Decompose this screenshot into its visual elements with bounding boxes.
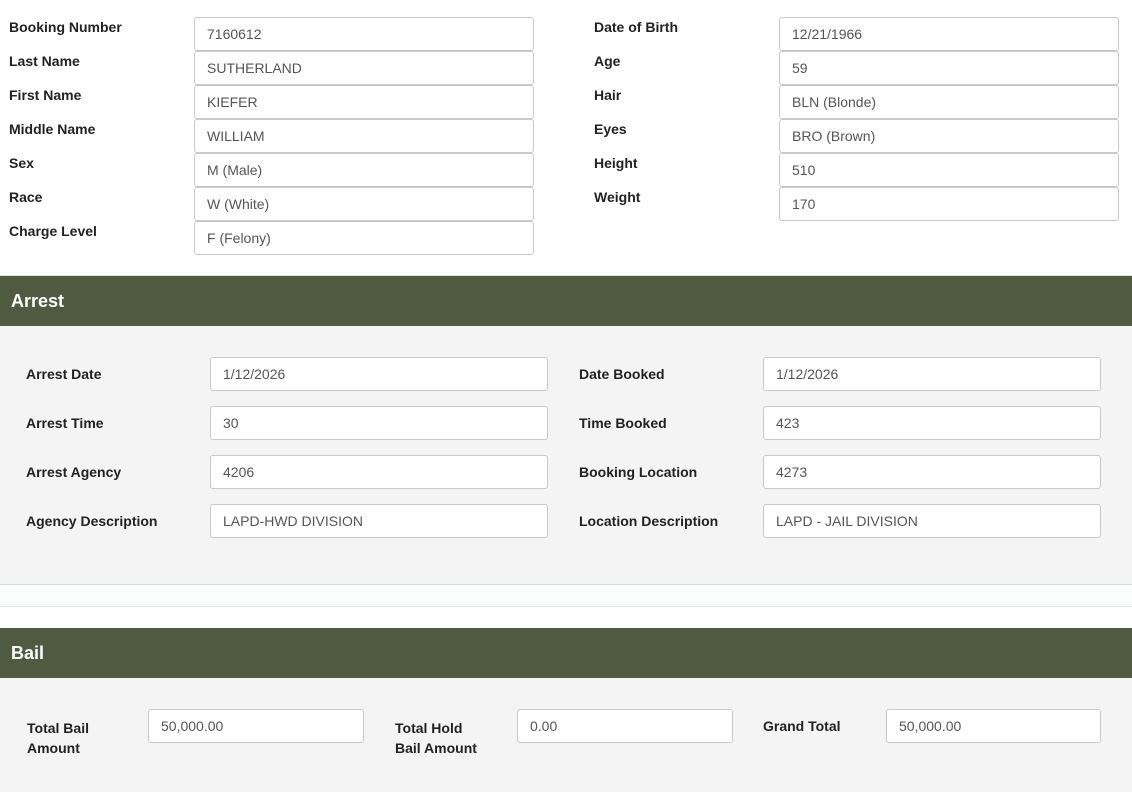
bail-section-header: Bail bbox=[0, 628, 1132, 678]
first-name-field[interactable] bbox=[194, 85, 534, 119]
total-hold-bail-amount-field[interactable] bbox=[517, 709, 733, 743]
charge-level-field[interactable] bbox=[194, 221, 534, 255]
label-last-name: Last Name bbox=[9, 53, 80, 69]
sex-field[interactable] bbox=[194, 153, 534, 187]
arrest-panel: Arrest Date Arrest Time Arrest Agency Ag… bbox=[0, 326, 1132, 584]
location-description-field[interactable] bbox=[763, 504, 1101, 538]
date-booked-field[interactable] bbox=[763, 357, 1101, 391]
race-field[interactable] bbox=[194, 187, 534, 221]
label-arrest-time: Arrest Time bbox=[26, 415, 104, 431]
arrest-date-field[interactable] bbox=[210, 357, 548, 391]
label-charge-level: Charge Level bbox=[9, 223, 97, 239]
spacer-band bbox=[0, 585, 1132, 606]
booking-number-field[interactable] bbox=[194, 17, 534, 51]
arrest-section-header: Arrest bbox=[0, 276, 1132, 326]
label-eyes: Eyes bbox=[594, 121, 627, 137]
total-bail-amount-field[interactable] bbox=[148, 709, 364, 743]
label-date-of-birth: Date of Birth bbox=[594, 19, 678, 35]
label-time-booked: Time Booked bbox=[579, 415, 667, 431]
arrest-time-field[interactable] bbox=[210, 406, 548, 440]
label-height: Height bbox=[594, 155, 638, 171]
hair-field[interactable] bbox=[779, 85, 1119, 119]
label-arrest-date: Arrest Date bbox=[26, 366, 102, 382]
age-field[interactable] bbox=[779, 51, 1119, 85]
last-name-field[interactable] bbox=[194, 51, 534, 85]
label-total-bail-amount: Total Bail Amount bbox=[27, 720, 89, 756]
label-arrest-agency: Arrest Agency bbox=[26, 464, 122, 480]
label-booking-number: Booking Number bbox=[9, 19, 122, 35]
label-grand-total: Grand Total bbox=[763, 718, 841, 734]
weight-field[interactable] bbox=[779, 187, 1119, 221]
label-hair: Hair bbox=[594, 87, 622, 103]
height-field[interactable] bbox=[779, 153, 1119, 187]
time-booked-field[interactable] bbox=[763, 406, 1101, 440]
date-of-birth-field[interactable] bbox=[779, 17, 1119, 51]
bail-panel: Total Bail Amount Total Hold Bail Amount… bbox=[0, 678, 1132, 792]
label-agency-description: Agency Description bbox=[26, 513, 158, 529]
grand-total-field[interactable] bbox=[886, 709, 1101, 743]
label-first-name: First Name bbox=[9, 87, 82, 103]
arrest-agency-field[interactable] bbox=[210, 455, 548, 489]
spacer-band bbox=[0, 607, 1132, 628]
middle-name-field[interactable] bbox=[194, 119, 534, 153]
label-sex: Sex bbox=[9, 155, 34, 171]
eyes-field[interactable] bbox=[779, 119, 1119, 153]
label-date-booked: Date Booked bbox=[579, 366, 665, 382]
label-location-description: Location Description bbox=[579, 513, 719, 529]
label-total-hold-bail-amount: Total Hold Bail Amount bbox=[395, 720, 477, 756]
booking-location-field[interactable] bbox=[763, 455, 1101, 489]
label-weight: Weight bbox=[594, 189, 641, 205]
label-middle-name: Middle Name bbox=[9, 121, 96, 137]
agency-description-field[interactable] bbox=[210, 504, 548, 538]
label-booking-location: Booking Location bbox=[579, 464, 698, 480]
label-age: Age bbox=[594, 53, 621, 69]
label-race: Race bbox=[9, 189, 43, 205]
